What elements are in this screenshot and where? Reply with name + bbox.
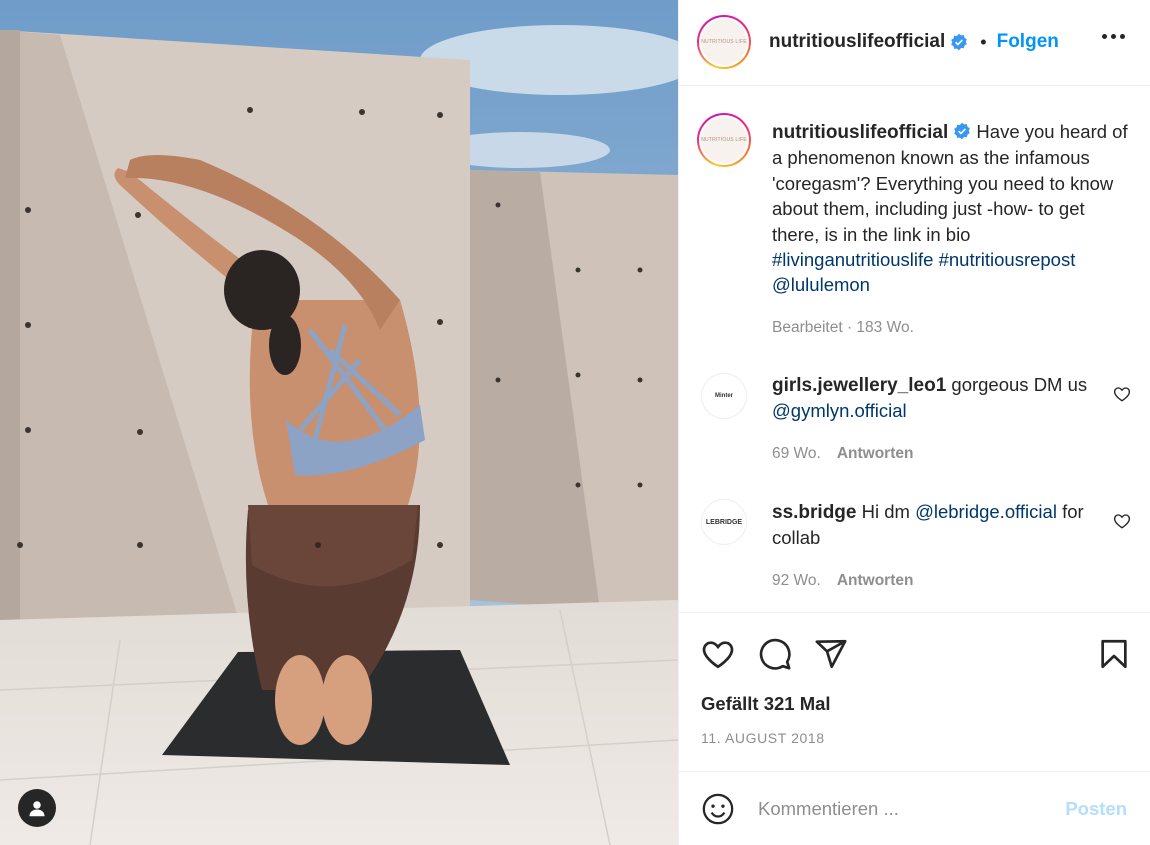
comment-text: girls.jewellery_leo1 gorgeous DM us @gym… (772, 372, 1102, 424)
comment-time: 69 Wo. (772, 445, 821, 462)
user-icon (29, 801, 45, 817)
post-actions: Gefällt 321 Mal 11. AUGUST 2018 (679, 612, 1150, 772)
like-comment-icon[interactable] (1113, 512, 1131, 530)
share-icon[interactable] (814, 637, 848, 671)
comment-time: 92 Wo. (772, 572, 821, 589)
more-options-icon[interactable] (1102, 34, 1125, 39)
comment-body: Hi dm (861, 501, 910, 522)
comment-username[interactable]: ss.bridge (772, 502, 856, 523)
mention-link[interactable]: @lebridge.official (915, 501, 1057, 522)
comment-composer: Posten (679, 771, 1150, 845)
author-username[interactable]: nutritiouslifeofficial (769, 31, 945, 53)
yoga-photo (0, 0, 678, 845)
comment-input[interactable] (758, 794, 1048, 824)
verified-badge-icon (951, 33, 968, 51)
post-comment-button[interactable]: Posten (1065, 798, 1127, 820)
comment-text: ss.bridge Hi dm @lebridge.official for c… (772, 499, 1102, 551)
hashtag-link[interactable]: #livinganutritiouslife (772, 249, 933, 270)
post-header: NUTRITIOUS LIFE nutritiouslifeofficial •… (679, 0, 1150, 86)
tag-user-button[interactable] (18, 789, 56, 827)
comment-avatar[interactable]: Minter (701, 373, 747, 419)
like-comment-icon[interactable] (1113, 385, 1131, 403)
comment-meta: 92 Wo. Antworten (772, 572, 913, 590)
post-date[interactable]: 11. AUGUST 2018 (701, 730, 825, 746)
likes-count[interactable]: Gefällt 321 Mal (701, 693, 831, 715)
avatar-logo: NUTRITIOUS LIFE (701, 117, 747, 163)
comment-avatar[interactable]: LEBRIDGE (701, 499, 747, 545)
separator-dot: • (980, 31, 987, 52)
reply-button[interactable]: Antworten (837, 572, 914, 589)
caption-username[interactable]: nutritiouslifeofficial (772, 122, 948, 143)
follow-button[interactable]: Folgen (997, 31, 1059, 53)
comment-icon[interactable] (758, 637, 792, 671)
hashtag-link[interactable]: #nutritiousrepost (939, 249, 1076, 270)
caption-text: nutritiouslifeofficial Have you heard of… (772, 119, 1132, 298)
post-sidebar: NUTRITIOUS LIFE nutritiouslifeofficial •… (678, 0, 1150, 845)
emoji-icon[interactable] (701, 792, 735, 826)
comment-body: gorgeous DM us (951, 374, 1088, 395)
mention-link[interactable]: @lululemon (772, 274, 870, 295)
reply-button[interactable]: Antworten (837, 445, 914, 462)
post-image[interactable] (0, 0, 678, 845)
comment-meta: 69 Wo. Antworten (772, 445, 913, 463)
like-icon[interactable] (701, 637, 735, 671)
save-bookmark-icon[interactable] (1097, 637, 1131, 671)
comments-list[interactable]: NUTRITIOUS LIFE nutritiouslifeofficial H… (679, 87, 1150, 612)
caption-avatar[interactable]: NUTRITIOUS LIFE (697, 113, 751, 167)
author-avatar[interactable]: NUTRITIOUS LIFE (697, 15, 751, 69)
caption-meta: Bearbeitet · 183 Wo. (772, 319, 914, 336)
comment-username[interactable]: girls.jewellery_leo1 (772, 375, 946, 396)
mention-link[interactable]: @gymlyn.official (772, 400, 907, 421)
avatar-logo: NUTRITIOUS LIFE (701, 19, 747, 65)
verified-badge-icon (954, 122, 971, 140)
